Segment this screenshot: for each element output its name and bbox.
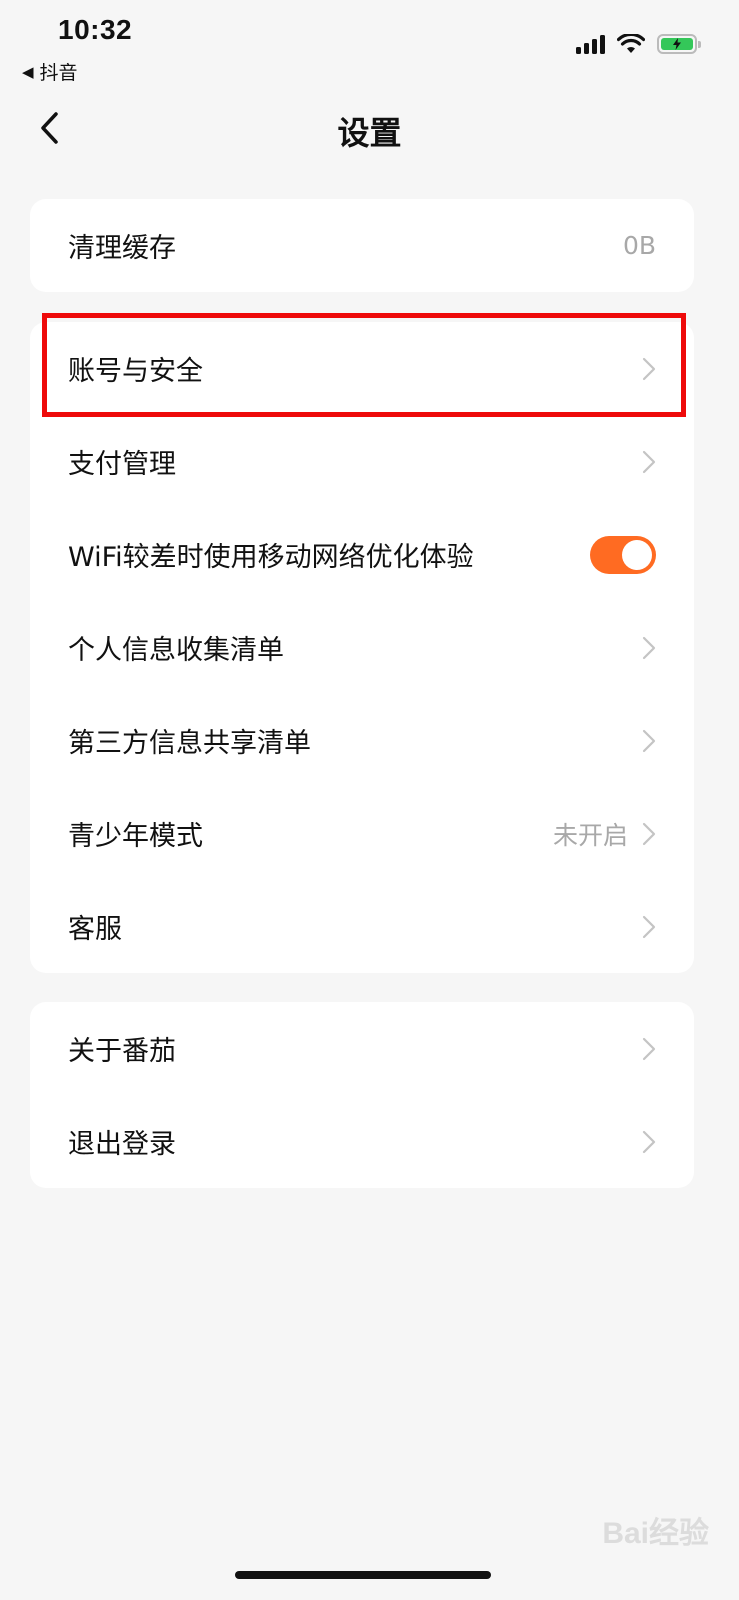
charging-bolt-icon — [673, 38, 681, 50]
third-party-sharing-label: 第三方信息共享清单 — [68, 728, 311, 759]
wifi-optimize-toggle[interactable] — [590, 535, 656, 574]
chevron-right-icon — [642, 636, 656, 659]
back-app-label: 抖音 — [39, 62, 78, 84]
wifi-icon — [617, 34, 645, 53]
logout-label: 退出登录 — [68, 1129, 176, 1160]
about-row[interactable]: 关于番茄 — [30, 1002, 694, 1095]
teen-mode-row[interactable]: 青少年模式 未开启 — [30, 787, 694, 880]
cellular-signal-icon — [576, 34, 605, 54]
customer-service-row[interactable]: 客服 — [30, 880, 694, 973]
watermark: Bai经验 — [602, 1517, 709, 1550]
back-to-app-link[interactable]: ◀ 抖音 — [22, 58, 78, 85]
chevron-right-icon — [642, 915, 656, 938]
chevron-right-icon — [642, 822, 656, 845]
settings-card: 账号与安全 支付管理 WiFi较差时使用移动网络优化体验 个人信息收集清单 第三… — [30, 322, 694, 973]
clear-cache-row[interactable]: 清理缓存 0B — [30, 199, 694, 292]
chevron-right-icon — [642, 729, 656, 752]
status-time: 10:32 — [58, 14, 133, 45]
logout-row[interactable]: 退出登录 — [30, 1095, 694, 1188]
battery-icon — [657, 34, 701, 54]
about-card: 关于番茄 退出登录 — [30, 1002, 694, 1188]
personal-info-list-label: 个人信息收集清单 — [68, 635, 284, 666]
chevron-right-icon — [642, 1037, 656, 1060]
payment-management-label: 支付管理 — [68, 449, 176, 480]
personal-info-list-row[interactable]: 个人信息收集清单 — [30, 601, 694, 694]
teen-mode-status: 未开启 — [552, 820, 628, 850]
account-security-row[interactable]: 账号与安全 — [30, 322, 694, 415]
customer-service-label: 客服 — [68, 914, 122, 945]
wifi-mobile-optimize-row: WiFi较差时使用移动网络优化体验 — [30, 508, 694, 601]
chevron-right-icon — [642, 450, 656, 473]
home-indicator[interactable] — [235, 1571, 491, 1579]
cache-card: 清理缓存 0B — [30, 199, 694, 292]
chevron-right-icon — [642, 1130, 656, 1153]
wifi-mobile-optimize-label: WiFi较差时使用移动网络优化体验 — [68, 542, 474, 573]
status-icons — [576, 34, 701, 54]
payment-management-row[interactable]: 支付管理 — [30, 415, 694, 508]
cache-size-value: 0B — [622, 231, 656, 260]
teen-mode-label: 青少年模式 — [68, 821, 203, 852]
chevron-right-icon — [642, 357, 656, 380]
page-title: 设置 — [337, 114, 402, 152]
back-triangle-icon: ◀ — [22, 62, 34, 81]
third-party-sharing-row[interactable]: 第三方信息共享清单 — [30, 694, 694, 787]
clear-cache-label: 清理缓存 — [68, 233, 176, 264]
about-label: 关于番茄 — [68, 1036, 176, 1067]
account-security-label: 账号与安全 — [68, 356, 203, 387]
toggle-knob — [622, 539, 652, 570]
